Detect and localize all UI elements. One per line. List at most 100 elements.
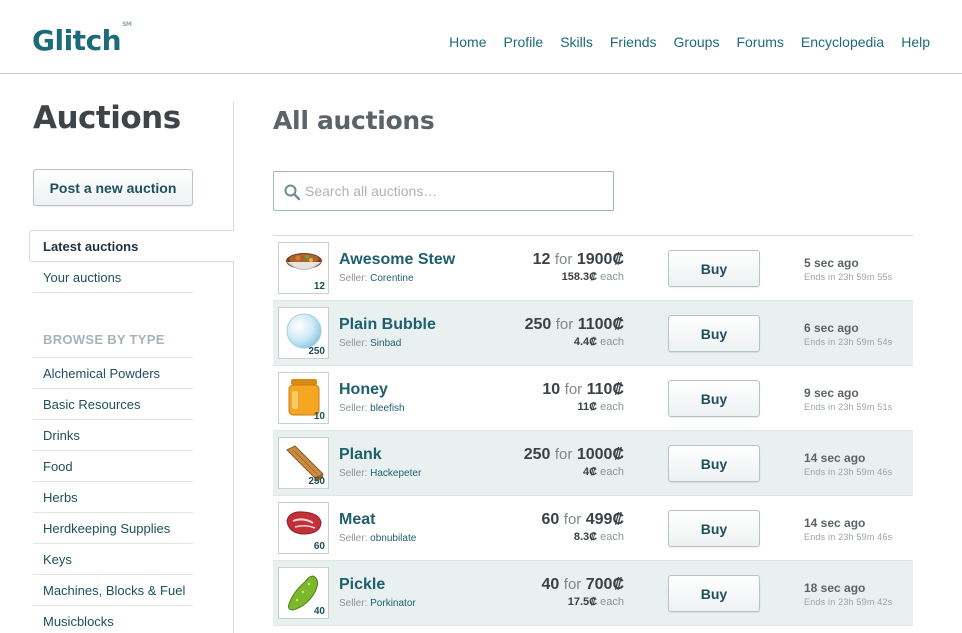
- sidebar-item-your-auctions[interactable]: Your auctions: [33, 262, 193, 293]
- nav-groups[interactable]: Groups: [674, 34, 720, 50]
- seller-link[interactable]: Hackepeter: [370, 468, 421, 479]
- nav-encyclopedia[interactable]: Encyclopedia: [801, 34, 884, 50]
- meat-icon: [286, 511, 322, 535]
- item-seller: Seller: Sinbad: [339, 338, 402, 349]
- sidebar-item-latest-auctions[interactable]: Latest auctions: [29, 230, 234, 262]
- table-row: 12 Awesome Stew Seller: Corentine 12 for…: [273, 236, 913, 301]
- sidebar-title: Auctions: [33, 100, 181, 136]
- buy-button[interactable]: Buy: [668, 510, 760, 547]
- sidebar: Auctions Post a new auction Latest aucti…: [0, 74, 234, 633]
- type-herdkeeping-supplies[interactable]: Herdkeeping Supplies: [33, 512, 193, 543]
- type-basic-resources[interactable]: Basic Resources: [33, 388, 193, 419]
- type-musicblocks[interactable]: Musicblocks: [33, 605, 193, 633]
- item-seller: Seller: Porkinator: [339, 598, 416, 609]
- bubble-icon: [286, 313, 322, 349]
- item-quantity: 60: [313, 541, 325, 552]
- post-new-auction-button[interactable]: Post a new auction: [33, 169, 193, 206]
- ends-in: Ends in 23h 59m 54s: [804, 337, 893, 347]
- glitch-logo[interactable]: GlitchSM: [32, 21, 132, 57]
- nav-home[interactable]: Home: [449, 34, 486, 50]
- nav-skills[interactable]: Skills: [560, 34, 593, 50]
- posted-time: 14 sec ago: [804, 516, 866, 530]
- type-alchemical-powders[interactable]: Alchemical Powders: [33, 357, 193, 388]
- table-row: 250 Plain Bubble Seller: Sinbad 250 for …: [273, 301, 913, 366]
- item-quantity: 40: [313, 606, 325, 617]
- item-quantity: 250: [308, 346, 325, 357]
- buy-button[interactable]: Buy: [668, 575, 760, 612]
- posted-time: 6 sec ago: [804, 321, 859, 335]
- item-price: 250 for 1000₡: [523, 446, 624, 463]
- item-unit-price: 158.3₡ each: [561, 271, 624, 283]
- type-herbs[interactable]: Herbs: [33, 481, 193, 512]
- sidebar-divider-lower: [233, 262, 234, 633]
- item-name[interactable]: Honey: [339, 381, 388, 399]
- buy-button[interactable]: Buy: [668, 445, 760, 482]
- table-row: 40 Pickle Seller: Porkinator 40 for 700₡…: [273, 561, 913, 626]
- sidebar-divider: [233, 102, 234, 234]
- item-name[interactable]: Plain Bubble: [339, 316, 436, 334]
- item-unit-price: 4₡ each: [583, 466, 624, 478]
- item-name[interactable]: Plank: [339, 446, 382, 464]
- nav-forums[interactable]: Forums: [736, 34, 783, 50]
- seller-link[interactable]: Sinbad: [370, 338, 401, 349]
- table-row: 250 Plank Seller: Hackepeter 250 for 100…: [273, 431, 913, 496]
- item-unit-price: 8.3₡ each: [573, 531, 624, 543]
- nav-friends[interactable]: Friends: [610, 34, 657, 50]
- item-seller: Seller: obnubilate: [339, 533, 417, 544]
- item-unit-price: 17.5₡ each: [567, 596, 624, 608]
- nav-help[interactable]: Help: [901, 34, 930, 50]
- site-header: GlitchSM Home Profile Skills Friends Gro…: [0, 0, 962, 74]
- ends-in: Ends in 23h 59m 42s: [804, 597, 893, 607]
- item-thumbnail[interactable]: 40: [278, 567, 329, 619]
- table-row: 60 Meat Seller: obnubilate 60 for 499₡ 8…: [273, 496, 913, 561]
- search-input[interactable]: [305, 181, 605, 201]
- item-quantity: 12: [313, 281, 325, 292]
- seller-link[interactable]: Corentine: [370, 273, 413, 284]
- type-keys[interactable]: Keys: [33, 543, 193, 574]
- ends-in: Ends in 23h 59m 46s: [804, 532, 893, 542]
- item-name[interactable]: Meat: [339, 511, 375, 529]
- type-machines-blocks-fuel[interactable]: Machines, Blocks & Fuel: [33, 574, 193, 605]
- browse-by-type-heading: BROWSE BY TYPE: [43, 332, 165, 347]
- nav-profile[interactable]: Profile: [504, 34, 544, 50]
- seller-link[interactable]: obnubilate: [370, 533, 416, 544]
- buy-button[interactable]: Buy: [668, 315, 760, 352]
- search-icon: [284, 184, 301, 201]
- item-unit-price: 4.4₡ each: [573, 336, 624, 348]
- seller-link[interactable]: Porkinator: [370, 598, 416, 609]
- ends-in: Ends in 23h 59m 51s: [804, 402, 893, 412]
- posted-time: 9 sec ago: [804, 386, 859, 400]
- posted-time: 18 sec ago: [804, 581, 866, 595]
- item-seller: Seller: Corentine: [339, 273, 414, 284]
- item-thumbnail[interactable]: 250: [278, 307, 329, 359]
- item-name[interactable]: Pickle: [339, 576, 385, 594]
- item-seller: Seller: bleefish: [339, 403, 405, 414]
- table-row: 10 Honey Seller: bleefish 10 for 110₡ 11…: [273, 366, 913, 431]
- posted-time: 14 sec ago: [804, 451, 866, 465]
- item-quantity: 10: [313, 411, 325, 422]
- seller-link[interactable]: bleefish: [370, 403, 404, 414]
- item-unit-price: 11₡ each: [577, 401, 625, 413]
- item-thumbnail[interactable]: 60: [278, 502, 329, 554]
- item-price: 60 for 499₡: [541, 511, 624, 528]
- buy-button[interactable]: Buy: [668, 380, 760, 417]
- item-price: 250 for 1100₡: [524, 316, 624, 333]
- search-box: [273, 171, 614, 211]
- item-price: 10 for 110₡: [542, 381, 624, 398]
- type-food[interactable]: Food: [33, 450, 193, 481]
- main-nav: Home Profile Skills Friends Groups Forum…: [449, 34, 930, 50]
- item-thumbnail[interactable]: 12: [278, 242, 329, 294]
- item-price: 40 for 700₡: [541, 576, 624, 593]
- buy-button[interactable]: Buy: [668, 250, 760, 287]
- item-price: 12 for 1900₡: [532, 251, 624, 268]
- item-thumbnail[interactable]: 10: [278, 372, 329, 424]
- posted-time: 5 sec ago: [804, 256, 859, 270]
- stew-icon: [286, 253, 322, 270]
- ends-in: Ends in 23h 59m 55s: [804, 272, 893, 282]
- item-name[interactable]: Awesome Stew: [339, 251, 455, 269]
- page-title: All auctions: [273, 106, 435, 135]
- ends-in: Ends in 23h 59m 46s: [804, 467, 893, 477]
- item-thumbnail[interactable]: 250: [278, 437, 329, 489]
- type-drinks[interactable]: Drinks: [33, 419, 193, 450]
- auctions-table: 12 Awesome Stew Seller: Corentine 12 for…: [273, 235, 913, 626]
